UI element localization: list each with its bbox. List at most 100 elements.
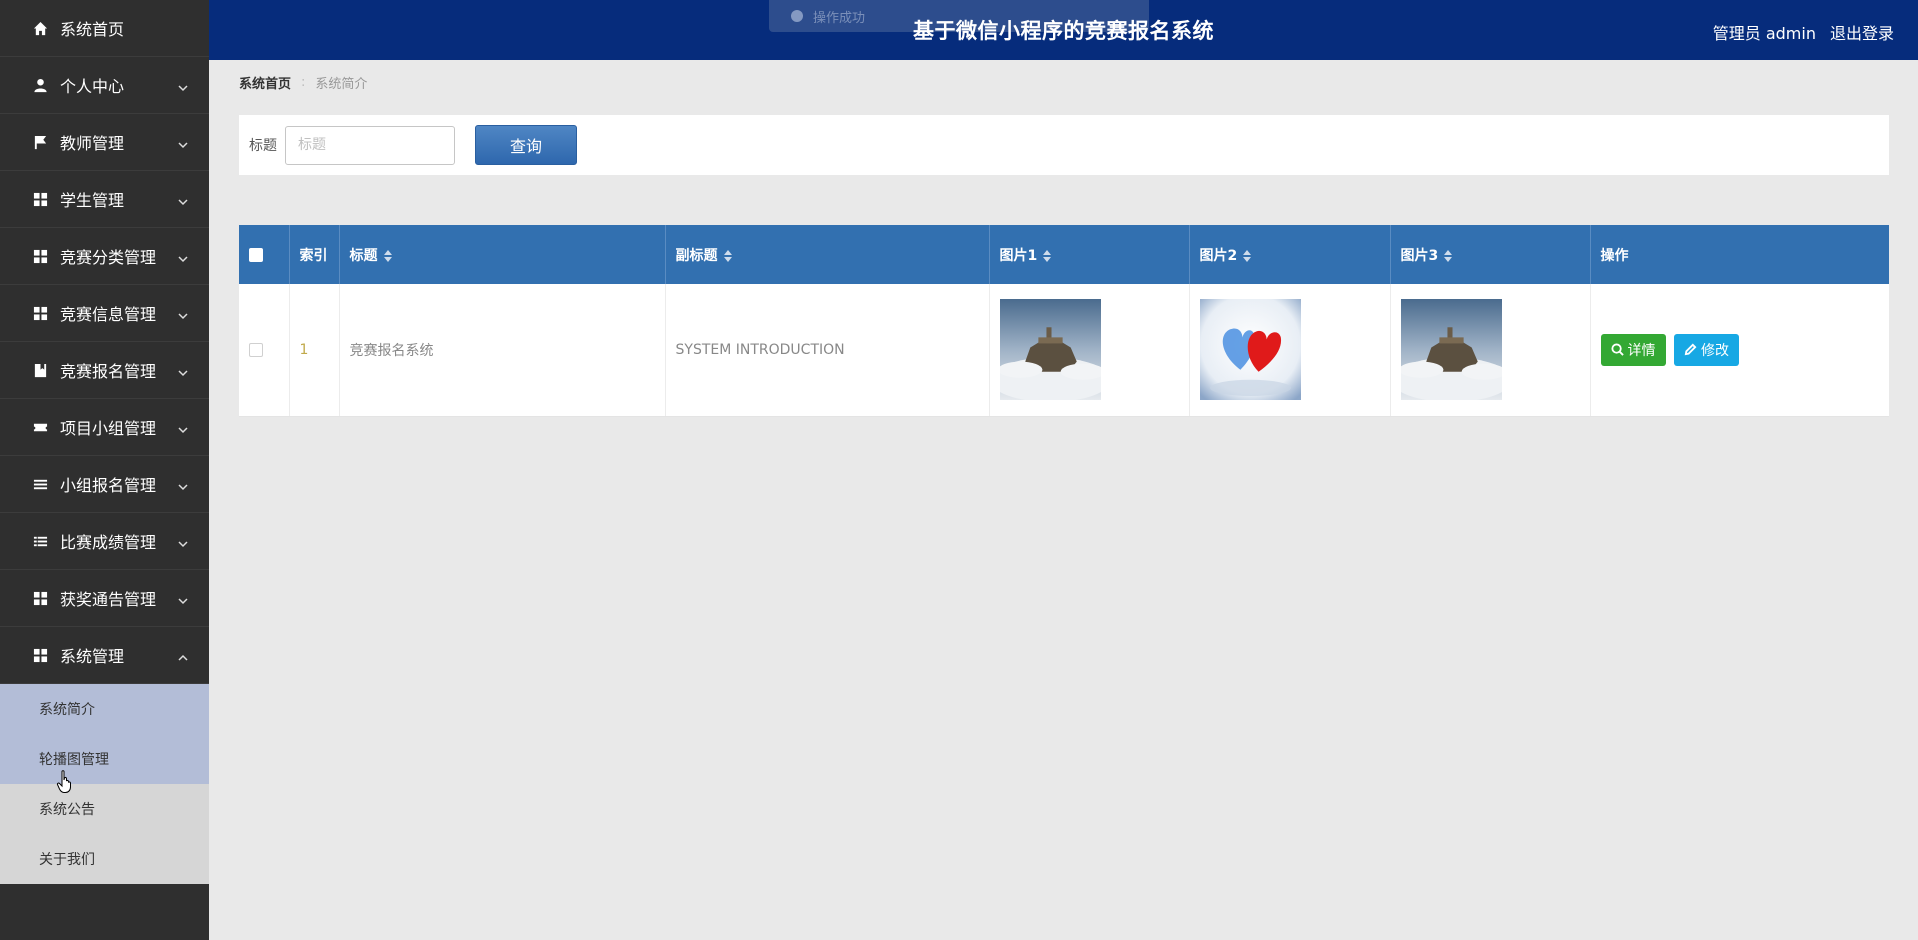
- sidebar-item-label: 个人中心: [60, 77, 125, 96]
- detail-button[interactable]: 详情: [1600, 333, 1666, 366]
- row-subtitle-cell: SYSTEM INTRODUCTION: [665, 284, 990, 417]
- row-select-cell: [239, 284, 290, 417]
- chevron-down-icon: [177, 136, 189, 149]
- sidebar-item-label: 竞赛分类管理: [60, 248, 157, 267]
- table-row: 1 竞赛报名系统 SYSTEM INTRODUCTION 详情 修改: [239, 284, 1889, 417]
- title-search-input[interactable]: [285, 125, 455, 165]
- sidebar: 系统首页 个人中心 教师管理 学生管理 竞赛分类管理 竞赛信息管理 竞赛报名管理…: [0, 0, 209, 940]
- submenu-item-carousel[interactable]: 轮播图管理: [0, 734, 209, 784]
- row-image2-cell: [1189, 284, 1391, 417]
- header-label: 图片1: [999, 247, 1038, 264]
- submenu-item-announcement[interactable]: 系统公告: [0, 784, 209, 834]
- sidebar-item-scores[interactable]: 比赛成绩管理: [0, 513, 209, 570]
- edit-button-label: 修改: [1700, 342, 1729, 359]
- header-index: 索引: [289, 225, 340, 284]
- sidebar-item-group-signup[interactable]: 小组报名管理: [0, 456, 209, 513]
- chevron-down-icon: [177, 535, 189, 548]
- breadcrumb-current: 系统简介: [315, 77, 368, 92]
- row-checkbox[interactable]: [249, 342, 263, 357]
- header-subtitle[interactable]: 副标题: [665, 225, 990, 284]
- logout-link[interactable]: 退出登录: [1830, 20, 1894, 44]
- row-image1-cell: [989, 284, 1190, 417]
- search-button[interactable]: 查询: [475, 125, 577, 165]
- sidebar-item-project-group[interactable]: 项目小组管理: [0, 399, 209, 456]
- chevron-down-icon: [177, 307, 189, 320]
- header-user-area: 管理员 admin 退出登录: [1713, 20, 1894, 44]
- header-label: 操作: [1600, 247, 1629, 264]
- header-title[interactable]: 标题: [339, 225, 666, 284]
- ticket-icon: [32, 419, 48, 435]
- list-icon: [32, 533, 48, 549]
- submenu-item-label: 轮播图管理: [39, 752, 109, 768]
- grid-icon: [32, 191, 48, 207]
- sidebar-item-label: 比赛成绩管理: [60, 533, 157, 552]
- sidebar-item-personal[interactable]: 个人中心: [0, 57, 209, 114]
- sidebar-item-home[interactable]: 系统首页: [0, 0, 209, 57]
- row-index: 1: [299, 341, 309, 358]
- list-icon: [32, 476, 48, 492]
- castle-image-thumbnail[interactable]: [999, 299, 1101, 401]
- row-actions-cell: 详情 修改: [1590, 284, 1889, 417]
- grid-icon: [32, 590, 48, 606]
- hearts-image-thumbnail[interactable]: [1199, 299, 1301, 401]
- sidebar-item-label: 系统管理: [60, 647, 125, 666]
- header-image3[interactable]: 图片3: [1390, 225, 1591, 284]
- detail-button-label: 详情: [1627, 342, 1656, 359]
- chevron-down-icon: [177, 478, 189, 491]
- system-submenu: 系统简介 轮播图管理 系统公告 关于我们: [0, 684, 209, 884]
- header-label: 图片2: [1199, 247, 1238, 264]
- user-role: 管理员 admin: [1712, 24, 1816, 43]
- sort-icon[interactable]: [383, 249, 392, 263]
- sidebar-item-competition-category[interactable]: 竞赛分类管理: [0, 228, 209, 285]
- sidebar-item-competition-signup[interactable]: 竞赛报名管理: [0, 342, 209, 399]
- chevron-down-icon: [177, 592, 189, 605]
- pencil-icon: [1684, 343, 1697, 356]
- breadcrumb: 系统首页 : 系统简介: [239, 73, 367, 92]
- sidebar-item-system[interactable]: 系统管理: [0, 627, 209, 684]
- sidebar-item-label: 项目小组管理: [60, 419, 157, 438]
- castle-image-thumbnail[interactable]: [1400, 299, 1502, 401]
- breadcrumb-home[interactable]: 系统首页: [239, 73, 291, 92]
- header-label: 图片3: [1400, 247, 1439, 264]
- chevron-up-icon: [177, 649, 189, 661]
- header-actions: 操作: [1590, 225, 1889, 284]
- chevron-down-icon: [177, 79, 189, 92]
- sidebar-item-awards[interactable]: 获奖通告管理: [0, 570, 209, 627]
- hand-cursor-icon: [56, 770, 71, 793]
- grid-icon: [32, 248, 48, 264]
- row-index-cell: 1: [289, 284, 340, 417]
- sort-icon[interactable]: [723, 249, 732, 263]
- data-table: 索引 标题 副标题 图片1 图片2 图片3 操作 1 竞赛报名系统 SYSTEM…: [239, 225, 1889, 417]
- search-label: 标题: [249, 138, 277, 154]
- sort-icon[interactable]: [1444, 249, 1453, 263]
- chevron-down-icon: [177, 364, 189, 377]
- submenu-item-about-us[interactable]: 关于我们: [0, 834, 209, 884]
- select-all-checkbox[interactable]: [249, 247, 263, 262]
- sort-icon[interactable]: [1043, 249, 1052, 263]
- search-panel: 标题 查询: [239, 115, 1889, 175]
- sidebar-item-label: 小组报名管理: [60, 476, 157, 495]
- chevron-down-icon: [177, 250, 189, 263]
- row-title-cell: 竞赛报名系统: [339, 284, 666, 417]
- grid-icon: [32, 305, 48, 321]
- search-icon: [1610, 343, 1624, 356]
- header-image2[interactable]: 图片2: [1189, 225, 1391, 284]
- sidebar-item-teachers[interactable]: 教师管理: [0, 114, 209, 171]
- sort-icon[interactable]: [1243, 249, 1252, 263]
- sidebar-item-label: 竞赛报名管理: [60, 362, 157, 381]
- book-icon: [32, 362, 48, 378]
- breadcrumb-separator: :: [301, 75, 306, 90]
- flag-icon: [32, 134, 48, 150]
- grid-icon: [32, 647, 48, 663]
- home-icon: [32, 20, 48, 36]
- sidebar-item-competition-info[interactable]: 竞赛信息管理: [0, 285, 209, 342]
- header-select-all[interactable]: [239, 225, 290, 284]
- submenu-item-system-intro[interactable]: 系统简介: [0, 684, 209, 734]
- chevron-down-icon: [177, 421, 189, 434]
- sidebar-item-label: 获奖通告管理: [60, 590, 157, 609]
- header-image1[interactable]: 图片1: [989, 225, 1190, 284]
- submenu-item-label: 系统公告: [39, 802, 95, 818]
- edit-button[interactable]: 修改: [1673, 333, 1739, 366]
- sidebar-item-label: 系统首页: [60, 20, 125, 39]
- sidebar-item-students[interactable]: 学生管理: [0, 171, 209, 228]
